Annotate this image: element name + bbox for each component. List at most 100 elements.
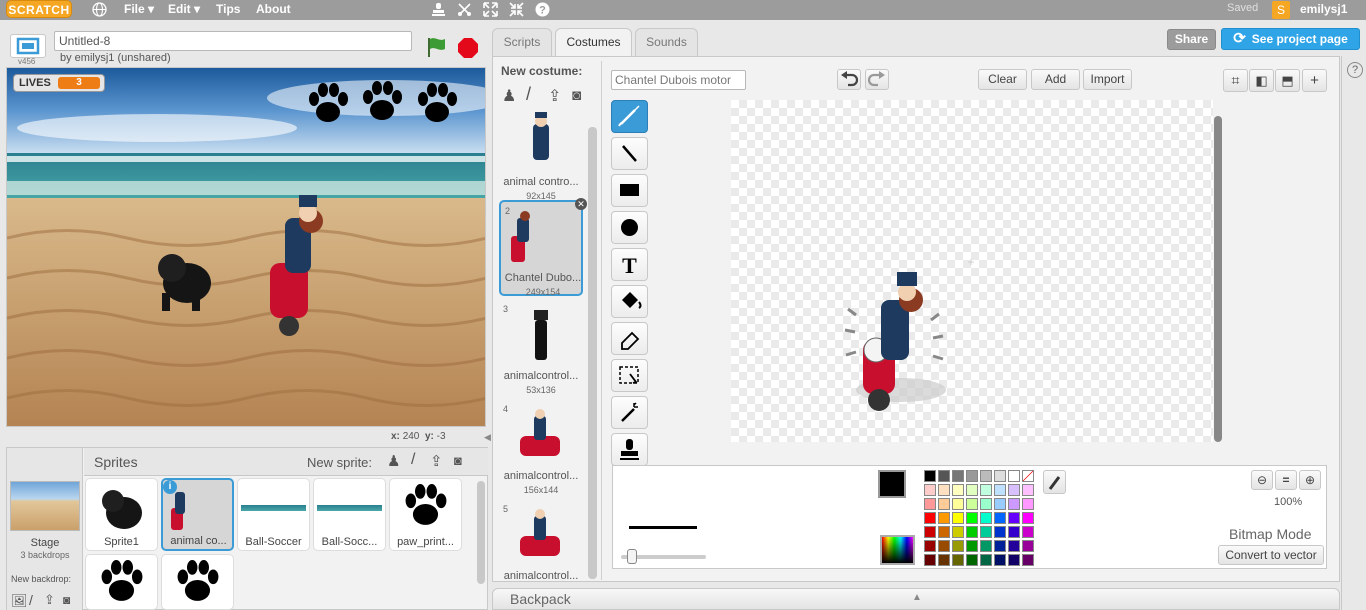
sprite-tile[interactable] xyxy=(85,554,158,610)
color-swatch[interactable] xyxy=(966,484,978,496)
zoom-in-button[interactable]: ⊕ xyxy=(1299,470,1321,490)
color-swatch[interactable] xyxy=(1022,498,1034,510)
paw-print-icon[interactable] xyxy=(415,82,460,127)
color-swatch[interactable] xyxy=(924,526,936,538)
sprite-tile-selected[interactable]: i animal co... xyxy=(161,478,234,551)
canvas-vertical-scrollbar[interactable] xyxy=(1214,116,1222,442)
color-swatch[interactable] xyxy=(1022,526,1034,538)
color-swatch[interactable] xyxy=(966,540,978,552)
color-swatch[interactable] xyxy=(1008,512,1020,524)
color-swatch[interactable] xyxy=(952,526,964,538)
sprite-list-scrollbar[interactable] xyxy=(477,481,485,584)
help-icon[interactable]: ? xyxy=(1347,62,1363,78)
set-center-button[interactable]: + xyxy=(1302,69,1327,92)
about-menu[interactable]: About xyxy=(256,2,291,16)
color-swatch[interactable] xyxy=(924,470,936,482)
edit-menu[interactable]: Edit ▾ xyxy=(168,2,200,16)
color-swatch[interactable] xyxy=(924,484,936,496)
lives-monitor[interactable]: LIVES 3 xyxy=(13,74,105,92)
text-tool[interactable]: T xyxy=(611,248,648,281)
paint-backdrop-icon[interactable]: 🖼 xyxy=(11,593,28,609)
globe-icon[interactable] xyxy=(92,2,107,17)
color-swatch[interactable] xyxy=(1022,484,1034,496)
color-swatch[interactable] xyxy=(952,498,964,510)
color-swatch[interactable] xyxy=(1022,512,1034,524)
add-button[interactable]: Add xyxy=(1031,69,1080,90)
color-swatch[interactable] xyxy=(980,470,992,482)
upload-icon[interactable]: ⇪ xyxy=(44,592,55,608)
username[interactable]: emilysj1 xyxy=(1300,2,1347,16)
cut-scissors-icon[interactable] xyxy=(457,2,472,17)
color-swatch[interactable] xyxy=(1022,554,1034,566)
color-swatch[interactable] xyxy=(938,498,950,510)
color-palette[interactable] xyxy=(924,470,1036,566)
paint-costume-icon[interactable]: / xyxy=(526,84,531,105)
stage-thumbnail[interactable] xyxy=(10,481,80,531)
select-tool[interactable] xyxy=(611,359,648,392)
color-swatch[interactable] xyxy=(924,498,936,510)
eraser-tool[interactable] xyxy=(611,322,648,355)
costume-name-input[interactable] xyxy=(611,70,746,90)
shrink-icon[interactable] xyxy=(509,2,524,17)
color-swatch[interactable] xyxy=(980,498,992,510)
sprite-tile[interactable] xyxy=(161,554,234,610)
crop-button[interactable]: ⌗ xyxy=(1223,69,1248,92)
presentation-mode-button[interactable] xyxy=(10,34,46,58)
color-swatch[interactable] xyxy=(994,498,1006,510)
color-swatch[interactable] xyxy=(994,540,1006,552)
color-swatch[interactable] xyxy=(994,526,1006,538)
project-title-input[interactable] xyxy=(54,31,412,51)
color-swatch[interactable] xyxy=(980,540,992,552)
color-swatch[interactable] xyxy=(966,554,978,566)
color-swatch[interactable] xyxy=(938,484,950,496)
color-swatch[interactable] xyxy=(938,512,950,524)
camera-costume-icon[interactable]: ◙ xyxy=(572,87,581,104)
sprite-tile[interactable]: Sprite1 xyxy=(85,478,158,551)
costume-tile[interactable]: animal contro... 92x145 xyxy=(499,106,583,202)
color-swatch[interactable] xyxy=(1008,540,1020,552)
paint-sprite-icon[interactable]: / xyxy=(411,451,415,469)
tab-costumes[interactable]: Costumes xyxy=(555,28,632,57)
color-swatch[interactable] xyxy=(994,484,1006,496)
paw-print-icon[interactable] xyxy=(306,82,351,127)
color-picker-swatch[interactable] xyxy=(880,535,915,565)
color-swatch[interactable] xyxy=(980,484,992,496)
upload-sprite-icon[interactable]: ⇪ xyxy=(430,452,443,470)
color-swatch[interactable] xyxy=(938,470,950,482)
color-swatch[interactable] xyxy=(1008,498,1020,510)
color-swatch[interactable] xyxy=(1008,470,1020,482)
paw-print-icon[interactable] xyxy=(360,80,405,125)
brush-icon[interactable]: / xyxy=(29,592,33,608)
tab-scripts[interactable]: Scripts xyxy=(492,28,552,56)
stage-canvas[interactable]: LIVES 3 xyxy=(6,67,486,427)
backpack-bar[interactable]: Backpack ▲ xyxy=(492,588,1340,610)
import-button[interactable]: Import xyxy=(1083,69,1132,90)
sprite-tile[interactable]: Ball-Socc... xyxy=(313,478,386,551)
tips-menu[interactable]: Tips xyxy=(216,2,240,16)
color-swatch[interactable] xyxy=(980,512,992,524)
costume-library-icon[interactable]: ♟ xyxy=(502,86,516,106)
stop-sign-icon[interactable] xyxy=(457,37,479,59)
rectangle-tool[interactable] xyxy=(611,174,648,207)
color-swatch[interactable] xyxy=(1008,526,1020,538)
brush-tool[interactable] xyxy=(611,100,648,133)
color-swatch[interactable] xyxy=(994,512,1006,524)
color-swatch[interactable] xyxy=(952,540,964,552)
help-icon[interactable]: ? xyxy=(535,2,550,17)
redo-button[interactable] xyxy=(865,69,889,90)
ellipse-tool[interactable] xyxy=(611,211,648,244)
costume-tile[interactable]: 5 animalcontrol... xyxy=(499,500,583,596)
scratch-logo[interactable]: SCRATCH xyxy=(6,0,72,18)
costume-list-scrollbar[interactable] xyxy=(588,127,597,579)
color-swatch[interactable] xyxy=(994,470,1006,482)
color-swatch[interactable] xyxy=(952,470,964,482)
convert-to-vector-button[interactable]: Convert to vector xyxy=(1218,545,1324,565)
tab-sounds[interactable]: Sounds xyxy=(635,28,698,56)
collapse-arrow-icon[interactable]: ◀ xyxy=(484,432,492,444)
color-swatch[interactable] xyxy=(952,484,964,496)
sprite-tile[interactable]: Ball-Soccer xyxy=(237,478,310,551)
color-swatch[interactable] xyxy=(980,554,992,566)
camera-sprite-icon[interactable]: ◙ xyxy=(454,453,462,468)
green-flag-icon[interactable] xyxy=(426,36,448,58)
color-swatch[interactable] xyxy=(952,512,964,524)
